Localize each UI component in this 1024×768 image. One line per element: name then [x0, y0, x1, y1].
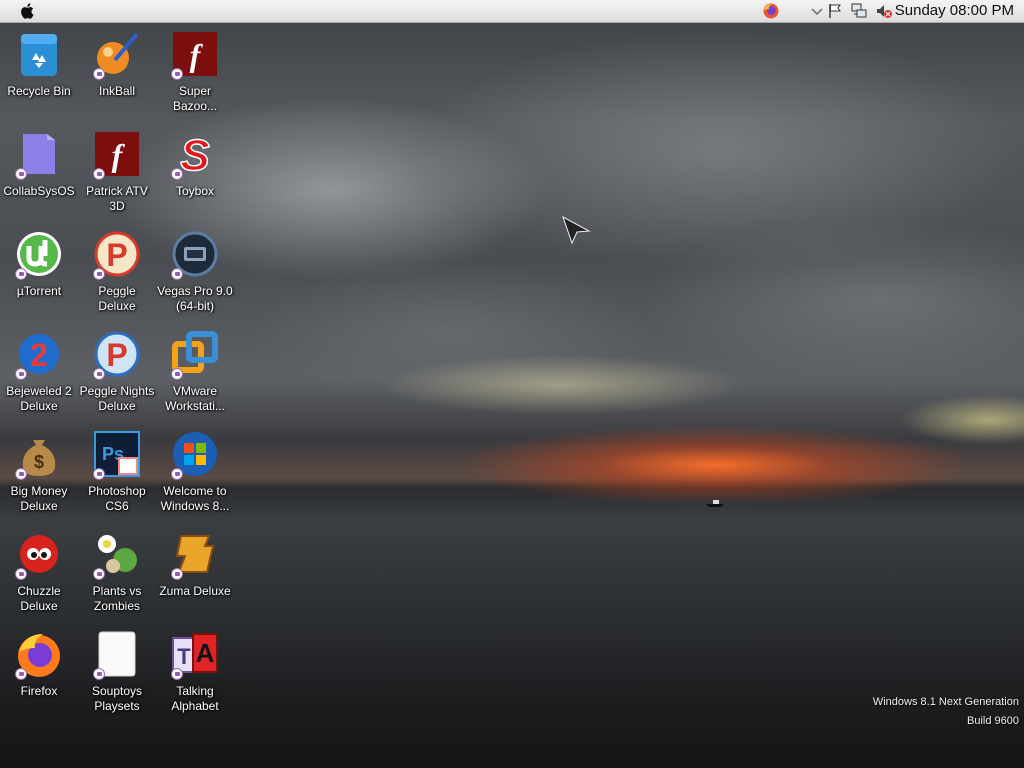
- shortcut-arrow-icon: [93, 68, 105, 80]
- desktop-icon-big-money[interactable]: $ Big Money Deluxe: [0, 430, 78, 514]
- mouse-cursor-icon: [562, 215, 591, 245]
- shortcut-arrow-icon: [93, 568, 105, 580]
- apple-logo-icon[interactable]: [18, 1, 38, 21]
- icon-label: Vegas Pro 9.0 (64-bit): [157, 284, 233, 313]
- icon-label: Welcome to Windows 8...: [160, 484, 230, 513]
- shortcut-arrow-icon: [171, 68, 183, 80]
- watermark-build: Build 9600: [967, 715, 1019, 727]
- svg-text:A: A: [196, 638, 215, 668]
- desktop-icon-collabsysos[interactable]: CollabSysOS: [0, 130, 78, 199]
- menu-bar: Sunday 08:00 PM: [0, 0, 1024, 23]
- desktop-icon-recycle-bin[interactable]: Recycle Bin: [0, 30, 78, 99]
- shortcut-arrow-icon: [93, 268, 105, 280]
- shortcut-arrow-icon: [15, 568, 27, 580]
- icon-label: µTorrent: [16, 284, 62, 298]
- icon-label: Souptoys Playsets: [91, 684, 143, 713]
- icon-label: Big Money Deluxe: [10, 484, 68, 513]
- shortcut-arrow-icon: [171, 468, 183, 480]
- icon-label: Bejeweled 2 Deluxe: [6, 384, 72, 413]
- shortcut-arrow-icon: [15, 668, 27, 680]
- svg-text:P: P: [106, 337, 127, 373]
- shortcut-arrow-icon: [171, 268, 183, 280]
- desktop-icon-toybox[interactable]: S Toybox: [156, 130, 234, 199]
- svg-text:S: S: [180, 131, 209, 178]
- svg-text:2: 2: [30, 337, 48, 373]
- icon-label: Chuzzle Deluxe: [17, 584, 61, 613]
- icon-label: Super Bazoo...: [172, 84, 218, 113]
- shortcut-arrow-icon: [93, 168, 105, 180]
- watermark-edition: Windows 8.1 Next Generation: [872, 696, 1019, 708]
- icon-label: Patrick ATV 3D: [86, 184, 148, 213]
- desktop-icon-zuma[interactable]: Zuma Deluxe: [156, 530, 234, 599]
- icon-label: Peggle Nights Deluxe: [79, 384, 155, 413]
- desktop-icon-peggle-nights[interactable]: P Peggle Nights Deluxe: [78, 330, 156, 414]
- desktop-icon-peggle[interactable]: P Peggle Deluxe: [78, 230, 156, 314]
- menu-bar-clock[interactable]: Sunday 08:00 PM: [895, 2, 1014, 20]
- svg-text:$: $: [34, 452, 44, 472]
- desktop-icon-bejeweled[interactable]: 2 Bejeweled 2 Deluxe: [0, 330, 78, 414]
- desktop-icon-chuzzle[interactable]: Chuzzle Deluxe: [0, 530, 78, 614]
- desktop-icon-vegas-pro[interactable]: Vegas Pro 9.0 (64-bit): [156, 230, 234, 314]
- desktop-icon-utorrent[interactable]: µTorrent: [0, 230, 78, 299]
- icon-label: Toybox: [175, 184, 215, 198]
- shortcut-arrow-icon: [171, 668, 183, 680]
- flag-icon[interactable]: [827, 2, 843, 20]
- shortcut-arrow-icon: [171, 568, 183, 580]
- desktop-icon-photoshop[interactable]: Ps Photoshop CS6: [78, 430, 156, 514]
- desktop-icon-firefox[interactable]: Firefox: [0, 630, 78, 699]
- shortcut-arrow-icon: [15, 368, 27, 380]
- shortcut-arrow-icon: [171, 368, 183, 380]
- desktop-icon-plants-vs-zombies[interactable]: Plants vs Zombies: [78, 530, 156, 614]
- desktop-icon-souptoys[interactable]: Souptoys Playsets: [78, 630, 156, 714]
- recycle-bin-icon: [21, 34, 57, 76]
- desktop-icon-patrick-atv[interactable]: f Patrick ATV 3D: [78, 130, 156, 214]
- icon-label: Zuma Deluxe: [159, 584, 231, 598]
- desktop-icon-welcome-windows[interactable]: Welcome to Windows 8...: [156, 430, 234, 514]
- desktop-icon-talking-alphabet[interactable]: T A Talking Alphabet: [156, 630, 234, 714]
- icon-label: VMware Workstati...: [165, 384, 225, 413]
- shortcut-arrow-icon: [93, 368, 105, 380]
- icon-label: Peggle Deluxe: [98, 284, 136, 313]
- shortcut-arrow-icon: [171, 168, 183, 180]
- svg-text:T: T: [177, 644, 191, 669]
- shortcut-arrow-icon: [93, 468, 105, 480]
- desktop-icon-vmware[interactable]: VMware Workstati...: [156, 330, 234, 414]
- desktop-icon-super-bazooka[interactable]: f Super Bazoo...: [156, 30, 234, 114]
- network-icon[interactable]: [850, 2, 868, 20]
- boat-silhouette: [706, 500, 724, 507]
- shortcut-arrow-icon: [15, 268, 27, 280]
- shortcut-arrow-icon: [15, 468, 27, 480]
- icon-label: Firefox: [20, 684, 58, 698]
- icon-label: Recycle Bin: [7, 84, 71, 98]
- icon-label: Talking Alphabet: [171, 684, 219, 713]
- shortcut-arrow-icon: [93, 668, 105, 680]
- icon-label: Plants vs Zombies: [92, 584, 142, 613]
- desktop-icon-inkball[interactable]: InkBall: [78, 30, 156, 99]
- icon-label: InkBall: [98, 84, 136, 98]
- icon-label: CollabSysOS: [3, 184, 75, 198]
- volume-muted-icon[interactable]: [875, 2, 893, 20]
- firefox-icon[interactable]: [762, 2, 780, 20]
- icon-label: Photoshop CS6: [88, 484, 146, 513]
- shortcut-arrow-icon: [15, 168, 27, 180]
- svg-text:P: P: [106, 237, 127, 273]
- chevron-down-icon[interactable]: [810, 2, 824, 20]
